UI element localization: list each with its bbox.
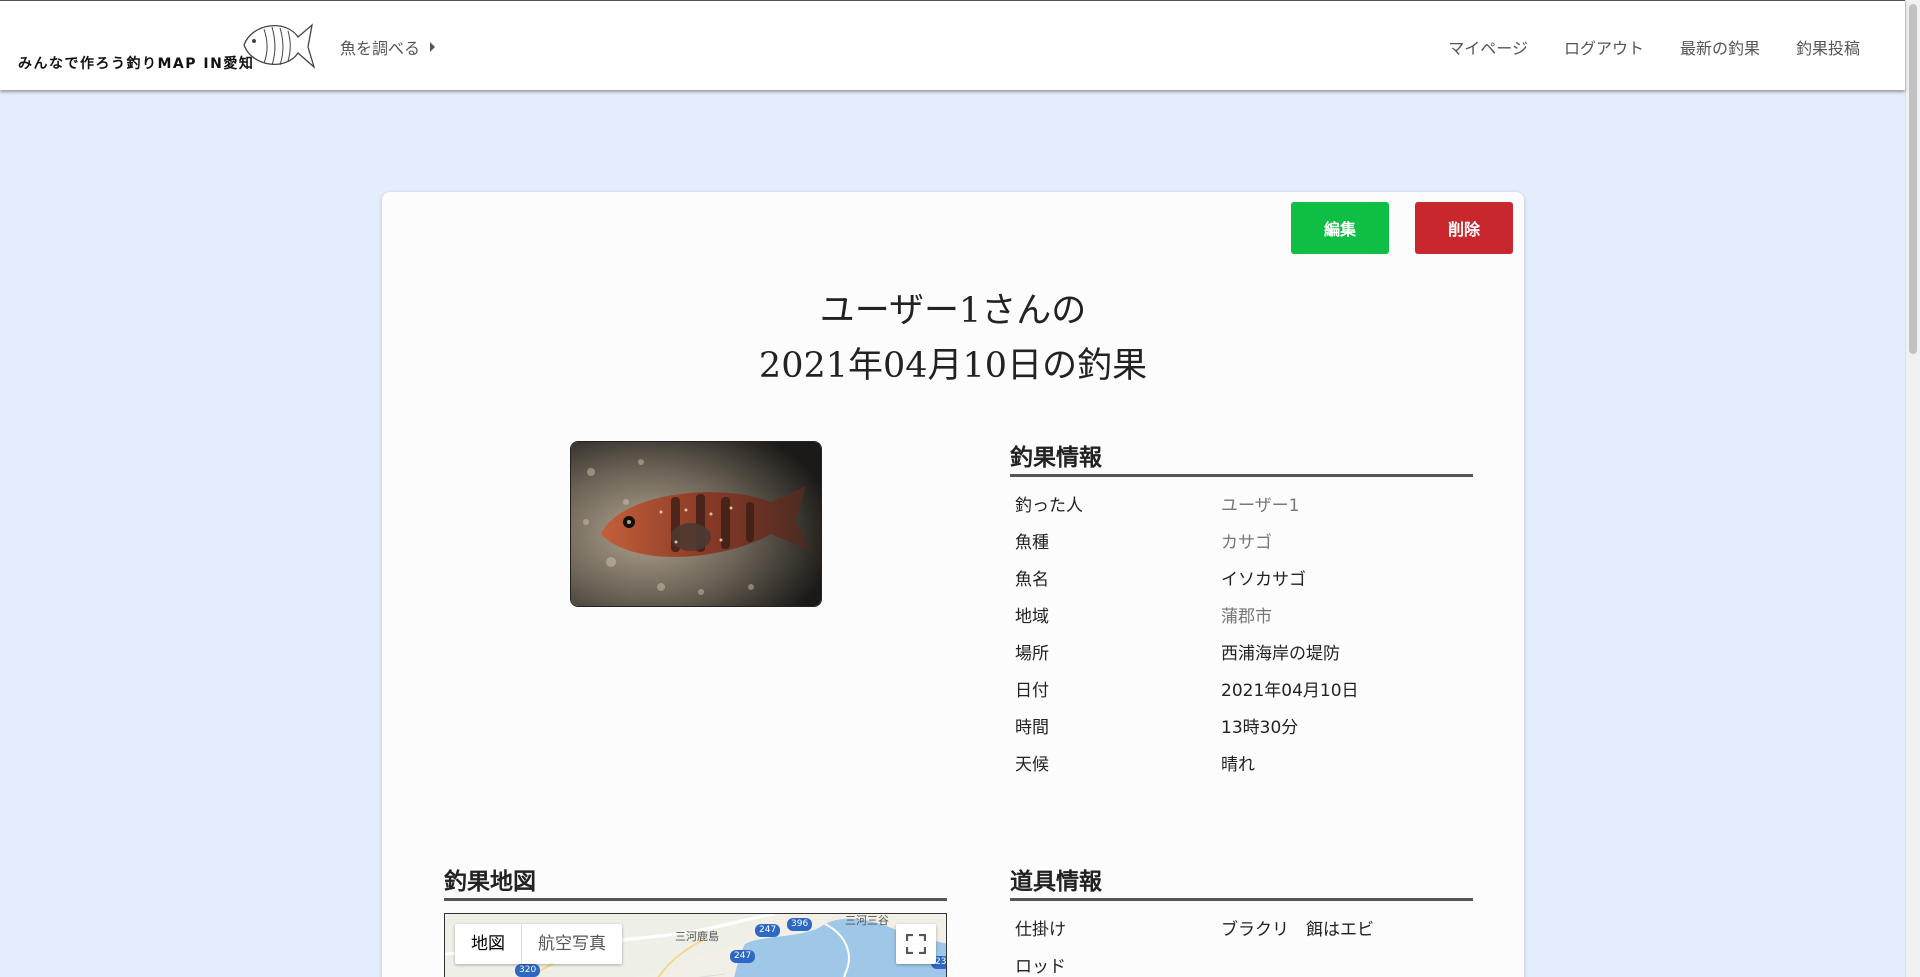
site-title: みんなで作ろう釣りMAP IN愛知 bbox=[18, 56, 255, 72]
caret-right-icon bbox=[430, 42, 436, 52]
catch-map-heading: 釣果地図 bbox=[444, 862, 947, 901]
road-number-badge: 320 bbox=[515, 964, 541, 977]
nav-post-catch-link[interactable]: 釣果投稿 bbox=[1796, 35, 1860, 59]
nav-logout-link[interactable]: ログアウト bbox=[1564, 35, 1644, 59]
info-row-date: 日付 2021年04月10日 bbox=[1015, 681, 1359, 701]
edit-button[interactable]: 編集 bbox=[1291, 202, 1389, 254]
catch-info-heading: 釣果情報 bbox=[1010, 438, 1473, 477]
fullscreen-icon bbox=[906, 934, 926, 954]
nav-latest-catches-link[interactable]: 最新の釣果 bbox=[1680, 35, 1760, 59]
page-scrollbar[interactable] bbox=[1905, 0, 1920, 977]
nav-mypage-link[interactable]: マイページ bbox=[1448, 35, 1528, 59]
page-title: ユーザー1さんの 2021年04月10日の釣果 bbox=[382, 284, 1524, 394]
species-link[interactable]: カサゴ bbox=[1221, 525, 1272, 562]
map-type-satellite-button[interactable]: 航空写真 bbox=[521, 924, 622, 964]
info-row-fish-name: 魚名 イソカサゴ bbox=[1015, 570, 1306, 590]
map-place-label: 三河鹿島 bbox=[675, 930, 719, 943]
search-fish-dropdown[interactable]: 魚を調べる bbox=[340, 35, 436, 59]
info-row-rod: ロッド bbox=[1015, 957, 1066, 977]
region-link[interactable]: 蒲郡市 bbox=[1221, 599, 1272, 636]
fish-logo-icon bbox=[243, 23, 316, 69]
page-title-line2: 2021年04月10日の釣果 bbox=[758, 346, 1148, 386]
catch-map[interactable]: 三河鹿島 三河三谷 396 247 247 320 23 地図 航空写真 bbox=[444, 913, 947, 977]
catch-info-table: 釣った人 ユーザー1 魚種 カサゴ 魚名 イソカサゴ 地域 蒲郡市 場所 西浦海… bbox=[1010, 488, 1473, 784]
map-type-roadmap-button[interactable]: 地図 bbox=[455, 924, 521, 964]
tackle-info-heading: 道具情報 bbox=[1010, 862, 1473, 901]
info-row-weather: 天候 晴れ bbox=[1015, 755, 1255, 775]
catch-photo[interactable] bbox=[570, 441, 822, 607]
angler-link[interactable]: ユーザー1 bbox=[1221, 488, 1299, 525]
info-row-species: 魚種 カサゴ bbox=[1010, 525, 1473, 562]
site-header: みんなで作ろう釣りMAP IN愛知 魚を調べる マイページ ログアウト 最新の釣… bbox=[0, 0, 1905, 90]
info-row-angler: 釣った人 ユーザー1 bbox=[1010, 488, 1473, 525]
info-row-place: 場所 西浦海岸の堤防 bbox=[1015, 644, 1340, 664]
search-fish-label: 魚を調べる bbox=[340, 39, 421, 58]
info-row-time: 時間 13時30分 bbox=[1015, 718, 1299, 738]
fish-photo-image bbox=[571, 442, 821, 606]
road-number-badge: 247 bbox=[730, 950, 756, 963]
site-logo[interactable]: みんなで作ろう釣りMAP IN愛知 bbox=[16, 13, 316, 75]
scrollbar-thumb[interactable] bbox=[1909, 4, 1917, 354]
road-number-badge: 247 bbox=[755, 924, 781, 937]
map-type-toggle: 地図 航空写真 bbox=[455, 924, 622, 964]
road-number-badge: 396 bbox=[787, 918, 813, 931]
info-row-region: 地域 蒲郡市 bbox=[1010, 599, 1473, 636]
fullscreen-button[interactable] bbox=[896, 924, 936, 964]
catch-detail-card: 編集 削除 ユーザー1さんの 2021年04月10日の釣果 釣果情報 釣った人 … bbox=[382, 192, 1524, 977]
main-nav: マイページ ログアウト 最新の釣果 釣果投稿 bbox=[1448, 35, 1860, 59]
tackle-info-table: 仕掛け ブラクリ 餌はエビ ロッド bbox=[1010, 912, 1473, 977]
map-place-label: 三河三谷 bbox=[845, 914, 889, 927]
info-row-rig: 仕掛け ブラクリ 餌はエビ bbox=[1015, 920, 1374, 940]
page-title-line1: ユーザー1さんの bbox=[819, 291, 1087, 331]
delete-button[interactable]: 削除 bbox=[1415, 202, 1513, 254]
